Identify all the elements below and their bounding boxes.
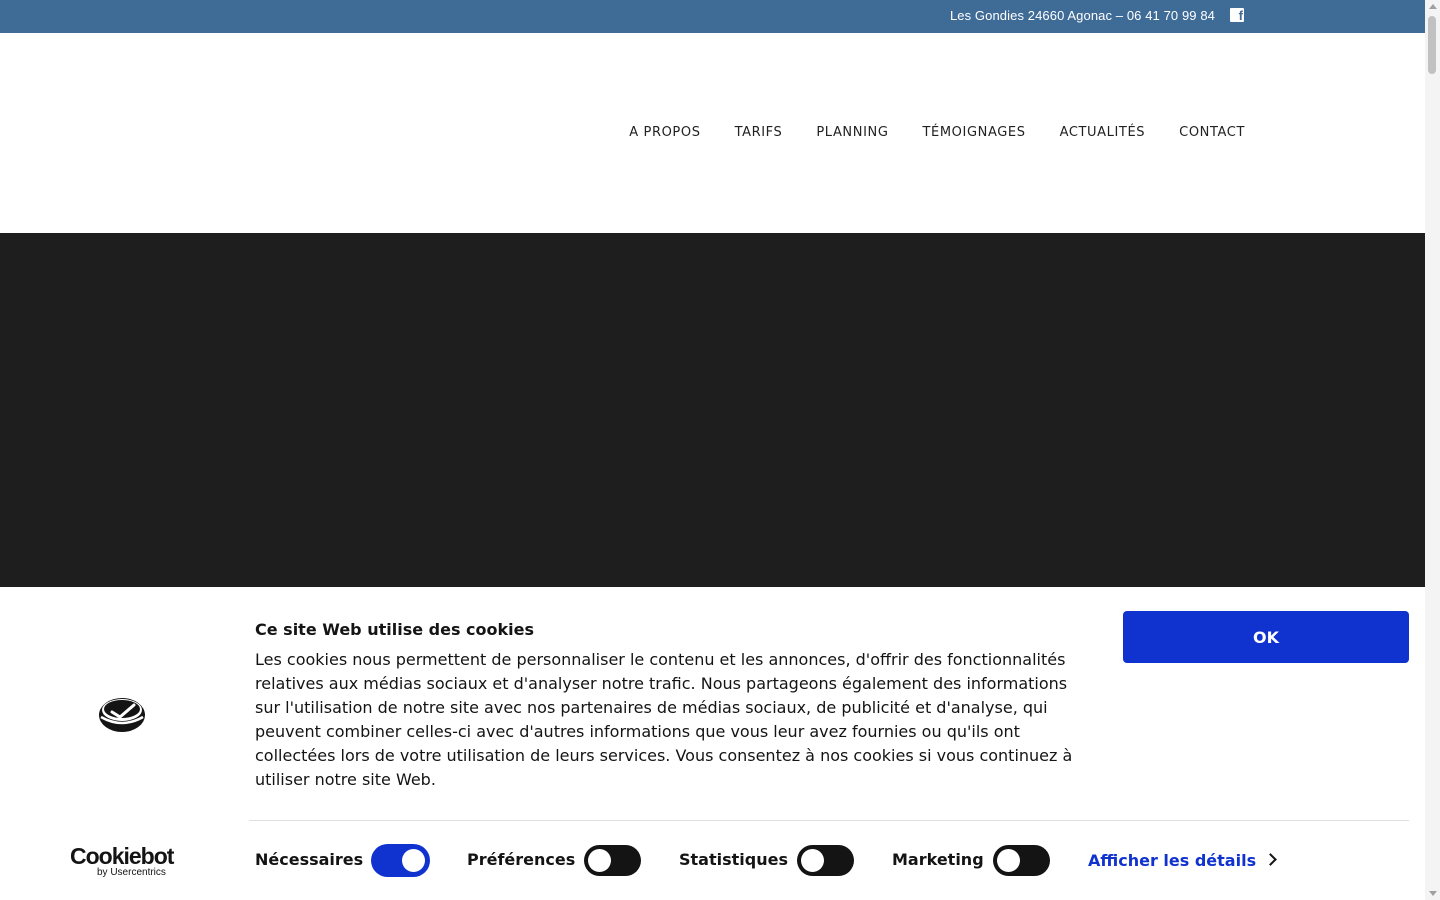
nav-item-planning[interactable]: PLANNING: [816, 125, 888, 140]
site-header: A PROPOS TARIFS PLANNING TÉMOIGNAGES ACT…: [0, 33, 1425, 233]
label-necessaires: Nécessaires: [255, 850, 364, 869]
toggle-statistiques[interactable]: [797, 845, 854, 876]
toggle-knob: [588, 849, 611, 872]
label-statistiques: Statistiques: [679, 850, 788, 869]
nav-item-a-propos[interactable]: A PROPOS: [629, 125, 700, 140]
toggle-knob: [997, 849, 1020, 872]
nav-item-contact[interactable]: CONTACT: [1179, 125, 1245, 140]
ok-button[interactable]: OK: [1123, 611, 1409, 663]
page: Les Gondies 24660 Agonac – 06 41 70 99 8…: [0, 0, 1440, 900]
cookiebot-logo-icon: [99, 698, 145, 732]
cookiebot-brand: Cookiebot by Usercentrics: [70, 845, 174, 879]
divider: [249, 820, 1409, 821]
main-nav: A PROPOS TARIFS PLANNING TÉMOIGNAGES ACT…: [595, 125, 1245, 140]
contact-info: Les Gondies 24660 Agonac – 06 41 70 99 8…: [949, 8, 1215, 23]
nav-item-tarifs[interactable]: TARIFS: [735, 125, 783, 140]
scroll-up-arrow-icon[interactable]: [1429, 4, 1437, 9]
cookie-banner: Ce site Web utilise des cookies Les cook…: [0, 587, 1425, 900]
toggle-preferences[interactable]: [584, 845, 641, 876]
scrollbar[interactable]: [1425, 0, 1440, 900]
label-preferences: Préférences: [467, 850, 576, 869]
nav-item-actualites[interactable]: ACTUALITÉS: [1060, 125, 1146, 140]
toggle-necessaires[interactable]: [372, 845, 429, 876]
cookie-title: Ce site Web utilise des cookies: [255, 620, 534, 639]
cookiebot-brand-name: Cookiebot: [70, 843, 174, 869]
scroll-thumb[interactable]: [1428, 16, 1436, 74]
nav-item-temoignages[interactable]: TÉMOIGNAGES: [923, 125, 1026, 140]
top-bar: Les Gondies 24660 Agonac – 06 41 70 99 8…: [0, 0, 1425, 33]
facebook-icon[interactable]: f: [1230, 8, 1244, 23]
scroll-down-arrow-icon[interactable]: [1429, 891, 1437, 896]
label-marketing: Marketing: [892, 850, 984, 869]
chevron-right-icon[interactable]: [1264, 853, 1277, 866]
toggle-knob: [402, 849, 425, 872]
toggle-knob: [801, 849, 824, 872]
toggle-marketing[interactable]: [993, 845, 1050, 876]
show-details-link[interactable]: Afficher les détails: [1088, 851, 1256, 870]
cookiebot-brand-sub: by Usercentrics: [97, 867, 166, 878]
hero-section: [0, 233, 1425, 587]
cookie-description: Les cookies nous permettent de personnal…: [255, 650, 1073, 789]
